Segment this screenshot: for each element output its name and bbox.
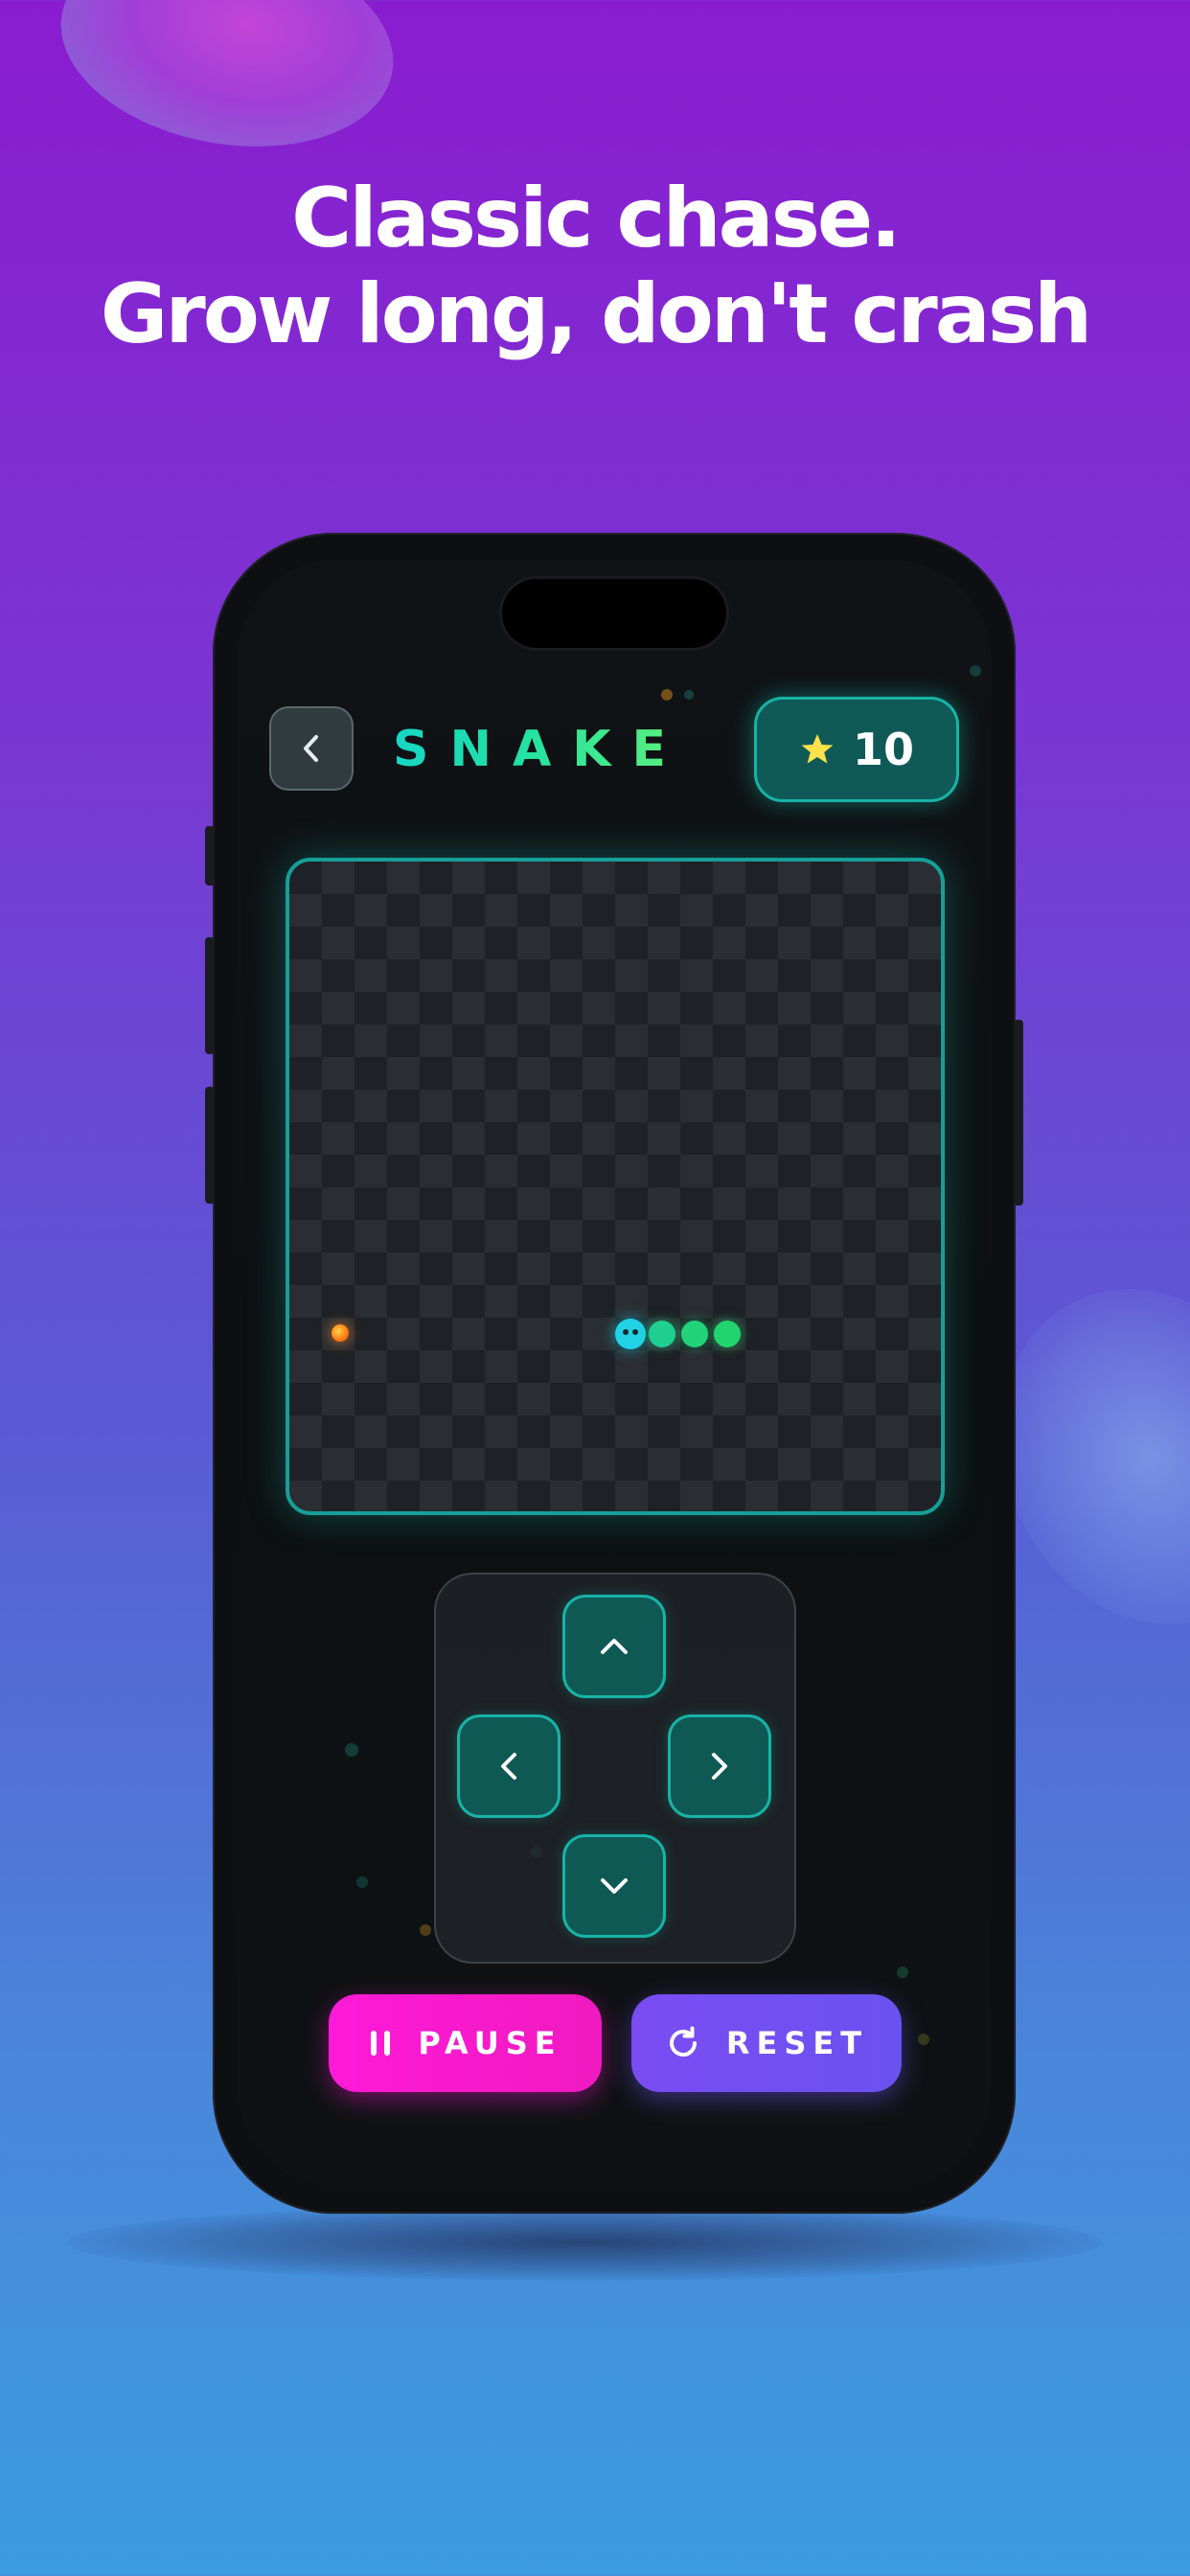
pause-button[interactable]: PAUSE bbox=[329, 1994, 602, 2092]
down-button[interactable] bbox=[562, 1834, 666, 1938]
snake-body-segment bbox=[649, 1321, 675, 1347]
pause-icon bbox=[371, 2031, 391, 2056]
chevron-left-icon bbox=[304, 735, 318, 762]
left-button[interactable] bbox=[457, 1714, 561, 1818]
score-badge: 10 bbox=[754, 697, 959, 802]
game-title: SNAKE bbox=[393, 721, 688, 778]
phone-volume-down-button bbox=[205, 1087, 215, 1204]
ambient-particle bbox=[918, 2034, 929, 2045]
phone-shadow bbox=[67, 2204, 1102, 2281]
chevron-down-icon bbox=[601, 1878, 628, 1894]
ambient-particle bbox=[897, 1966, 908, 1978]
back-button[interactable] bbox=[269, 706, 354, 791]
headline-line-1: Classic chase. bbox=[291, 171, 902, 266]
chevron-right-icon bbox=[712, 1753, 727, 1780]
reset-button[interactable]: RESET bbox=[631, 1994, 902, 2092]
phone-power-button bbox=[1014, 1020, 1023, 1206]
star-icon bbox=[801, 734, 834, 764]
headline-line-2: Grow long, don't crash bbox=[100, 266, 1093, 362]
up-button[interactable] bbox=[562, 1595, 666, 1698]
ambient-particle bbox=[970, 665, 981, 677]
snake-body-segment bbox=[681, 1321, 708, 1347]
right-button[interactable] bbox=[668, 1714, 771, 1818]
reset-label: RESET bbox=[725, 2025, 869, 2061]
ambient-particle bbox=[684, 690, 694, 700]
snake-body-segment bbox=[714, 1321, 741, 1347]
phone-volume-up-button bbox=[205, 937, 215, 1054]
pause-label: PAUSE bbox=[418, 2025, 562, 2061]
phone-action-button bbox=[205, 826, 215, 886]
chevron-up-icon bbox=[601, 1639, 628, 1654]
reset-icon bbox=[669, 2026, 697, 2057]
food-pellet bbox=[332, 1324, 349, 1342]
ambient-particle bbox=[356, 1876, 368, 1888]
decorative-blob-top bbox=[44, 0, 410, 172]
chevron-left-icon bbox=[501, 1753, 516, 1780]
game-board bbox=[286, 858, 945, 1515]
snake-head bbox=[615, 1319, 646, 1349]
ambient-particle bbox=[420, 1924, 431, 1936]
score-value: 10 bbox=[852, 724, 914, 775]
ambient-particle bbox=[345, 1743, 358, 1757]
promo-headline: Classic chase. Grow long, don't crash bbox=[0, 171, 1190, 362]
ambient-particle bbox=[661, 689, 673, 701]
dynamic-island bbox=[502, 579, 726, 648]
